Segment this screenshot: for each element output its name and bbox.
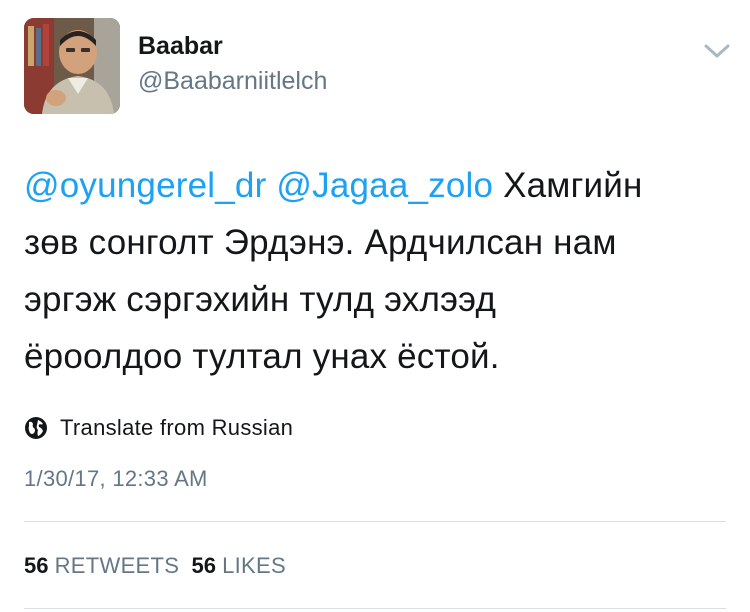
divider <box>24 521 726 522</box>
user-handle[interactable]: @Baabarniitlelch <box>138 67 327 96</box>
tweet-line-4: ёроолдоо тултал унах ёстой. <box>24 337 500 376</box>
translate-button[interactable]: Translate from Russian <box>24 413 293 443</box>
tweet-line-2: зөв сонголт Эрдэнэ. Ардчилсан нам <box>24 223 617 262</box>
chevron-down-icon[interactable] <box>700 38 734 64</box>
display-name[interactable]: Baabar <box>138 32 223 61</box>
mention-link[interactable]: @Jagaa_zolo <box>276 166 493 205</box>
tweet-line-1: @oyungerel_dr @Jagaa_zolo Хамгийн <box>24 157 724 214</box>
engagement-stats: 56 RETWEETS 56 LIKES <box>24 553 286 579</box>
likes-count: 56 <box>191 553 216 578</box>
tweet-text: @oyungerel_dr @Jagaa_zolo Хамгийн зөв со… <box>24 157 724 385</box>
likes-label: LIKES <box>222 553 286 578</box>
tweet-line-3: эргэж сэргэхийн тулд эхлээд <box>24 280 497 319</box>
mention-link[interactable]: @oyungerel_dr <box>24 166 266 205</box>
divider <box>24 608 726 609</box>
tweet-line-1-text: Хамгийн <box>503 166 643 205</box>
retweets-label: RETWEETS <box>54 553 180 578</box>
tweet-timestamp[interactable]: 1/30/17, 12:33 AM <box>24 466 208 492</box>
retweets-stat[interactable]: 56 RETWEETS <box>24 553 179 578</box>
likes-stat[interactable]: 56 LIKES <box>191 553 285 578</box>
globe-icon <box>25 417 47 439</box>
avatar-photo <box>24 18 120 114</box>
translate-label: Translate from Russian <box>60 415 294 440</box>
avatar[interactable] <box>24 18 120 114</box>
retweets-count: 56 <box>24 553 49 578</box>
